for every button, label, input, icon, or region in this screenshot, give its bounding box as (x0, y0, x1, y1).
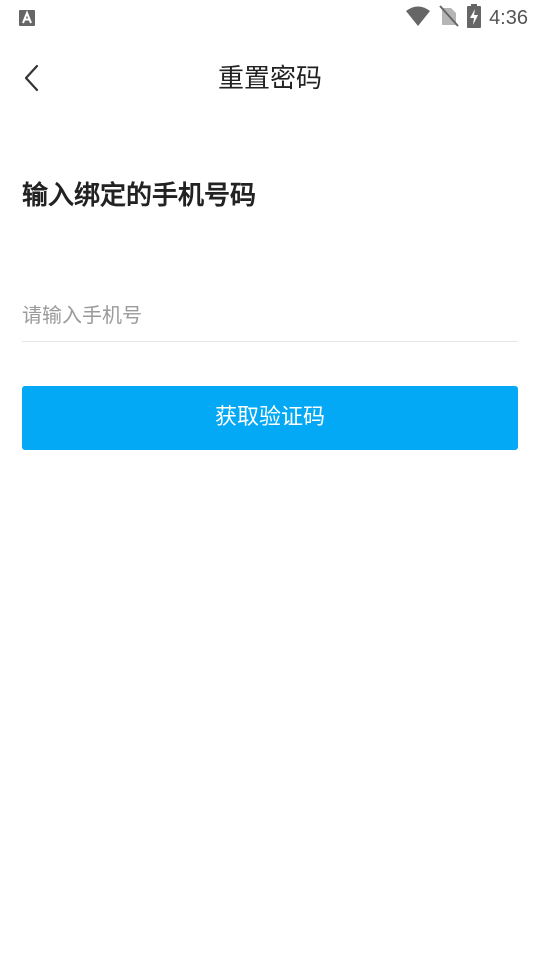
app-bar: 重置密码 (0, 44, 540, 114)
keyboard-a-icon (18, 9, 36, 27)
phone-field[interactable] (22, 292, 518, 342)
page-title: 重置密码 (217, 64, 322, 94)
battery-charging-icon (467, 4, 482, 32)
status-bar: 4:36 (0, 0, 540, 36)
status-time: 4:36 (489, 7, 528, 29)
wifi-icon (405, 5, 431, 31)
phone-input[interactable] (22, 292, 518, 341)
section-heading: 输入绑定的手机号码 (22, 181, 257, 211)
no-sim-icon (439, 5, 459, 31)
status-indicators: 4:36 (405, 4, 528, 32)
get-code-button[interactable]: 获取验证码 (22, 386, 518, 450)
